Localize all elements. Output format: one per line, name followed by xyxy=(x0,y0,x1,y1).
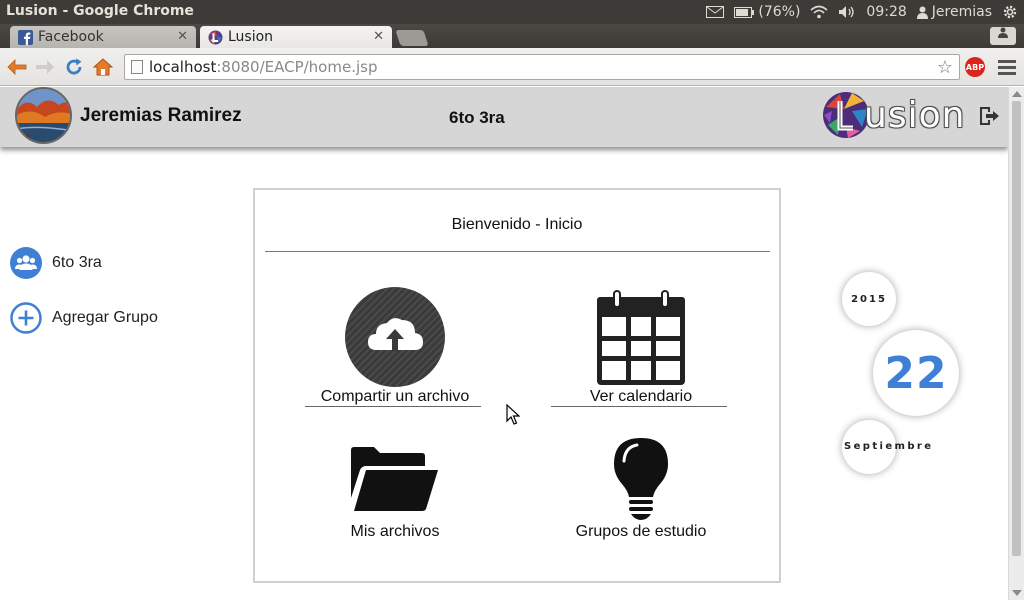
volume-icon[interactable] xyxy=(838,5,856,19)
divider xyxy=(551,406,727,407)
sidebar-item-group[interactable]: 6to 3ra xyxy=(10,247,102,279)
date-day: 22 xyxy=(873,330,959,416)
mail-icon[interactable] xyxy=(706,6,725,18)
tab-label: Lusion xyxy=(228,29,274,45)
user-icon xyxy=(998,27,1008,38)
user-icon xyxy=(916,6,928,19)
scroll-up-arrow-icon[interactable] xyxy=(1012,91,1022,97)
app-header: Jeremias Ramirez 6to 3ra usion xyxy=(0,87,1008,147)
home-panel: Bienvenido - Inicio Compartir un archivo xyxy=(253,188,781,583)
address-bar[interactable]: localhost:8080/EACP/home.jsp ☆ xyxy=(124,54,960,80)
system-tray: (76%) 09:28 Jeremias xyxy=(706,0,1018,24)
date-year: 2015 xyxy=(842,272,896,326)
share-file-tile[interactable]: Compartir un archivo xyxy=(275,286,515,407)
home-icon[interactable] xyxy=(92,56,114,78)
tab-label: Facebook xyxy=(38,29,104,45)
tab-facebook[interactable]: Facebook ✕ xyxy=(10,26,196,48)
scroll-thumb[interactable] xyxy=(1012,101,1021,556)
user-name-os: Jeremias xyxy=(931,4,992,20)
page-viewport: Jeremias Ramirez 6to 3ra usion 6to 3ra A… xyxy=(0,87,1008,600)
tile-label: Grupos de estudio xyxy=(575,523,707,540)
reload-icon[interactable] xyxy=(63,56,85,78)
close-icon[interactable]: ✕ xyxy=(373,29,384,44)
my-files-tile[interactable]: Mis archivos xyxy=(275,435,515,541)
divider xyxy=(305,406,481,407)
panel-title: Bienvenido - Inicio xyxy=(451,216,583,233)
logo-text: usion xyxy=(864,94,966,136)
tab-lusion[interactable]: Lusion ✕ xyxy=(200,26,392,48)
scrollbar[interactable] xyxy=(1008,87,1024,600)
profile-button[interactable] xyxy=(990,27,1016,45)
calendar-icon xyxy=(597,290,685,385)
menu-icon[interactable] xyxy=(998,57,1016,77)
back-arrow-icon[interactable] xyxy=(6,56,28,78)
divider xyxy=(265,251,770,252)
page-icon xyxy=(131,60,143,74)
logout-icon[interactable] xyxy=(978,106,1000,130)
close-icon[interactable]: ✕ xyxy=(177,29,188,44)
battery-icon xyxy=(734,6,755,18)
tab-strip: Facebook ✕ Lusion ✕ xyxy=(0,24,1024,48)
tile-label: Mis archivos xyxy=(350,523,440,540)
date-month: Septiembre xyxy=(844,441,934,452)
sidebar-item-label: Agregar Grupo xyxy=(52,309,158,326)
lusion-favicon xyxy=(208,30,223,45)
new-tab-button[interactable] xyxy=(395,30,429,46)
group-icon xyxy=(10,247,42,279)
scroll-down-arrow-icon[interactable] xyxy=(1012,590,1022,596)
avatar[interactable] xyxy=(15,87,72,144)
sidebar-item-label: 6to 3ra xyxy=(52,254,102,271)
window-title: Lusion - Google Chrome xyxy=(6,3,194,19)
current-group-title: 6to 3ra xyxy=(449,108,505,127)
url-path: :8080/EACP/home.jsp xyxy=(216,58,378,76)
browser-toolbar: localhost:8080/EACP/home.jsp ☆ ABP xyxy=(0,48,1024,86)
adblock-icon[interactable]: ABP xyxy=(965,57,985,77)
cloud-upload-icon xyxy=(345,287,445,387)
forward-arrow-icon[interactable] xyxy=(34,56,56,78)
tile-label: Ver calendario xyxy=(589,388,693,405)
battery-indicator[interactable]: (76%) xyxy=(734,4,800,20)
add-circle-icon xyxy=(10,302,42,334)
bookmark-star-icon[interactable]: ☆ xyxy=(937,56,953,80)
date-month-bubble: Septiembre xyxy=(842,420,931,474)
mouse-cursor-icon xyxy=(506,403,521,430)
view-calendar-tile[interactable]: Ver calendario xyxy=(521,286,761,407)
battery-percent: (76%) xyxy=(758,4,801,20)
sidebar-item-add-group[interactable]: Agregar Grupo xyxy=(10,302,158,334)
facebook-icon xyxy=(18,29,33,45)
settings-gear-icon[interactable] xyxy=(1002,4,1018,20)
logo-emblem xyxy=(823,92,869,138)
lusion-logo[interactable]: usion xyxy=(822,90,965,140)
lightbulb-icon xyxy=(614,438,668,520)
tile-label: Compartir un archivo xyxy=(320,388,470,405)
clock[interactable]: 09:28 xyxy=(866,4,906,20)
url-host: localhost xyxy=(149,58,217,76)
user-menu[interactable]: Jeremias xyxy=(916,4,992,20)
user-name: Jeremias Ramirez xyxy=(80,105,242,126)
study-groups-tile[interactable]: Grupos de estudio xyxy=(521,435,761,541)
folder-icon xyxy=(350,447,438,511)
os-top-bar: Lusion - Google Chrome (76%) 09:28 Jerem… xyxy=(0,0,1024,24)
wifi-icon[interactable] xyxy=(810,5,828,19)
